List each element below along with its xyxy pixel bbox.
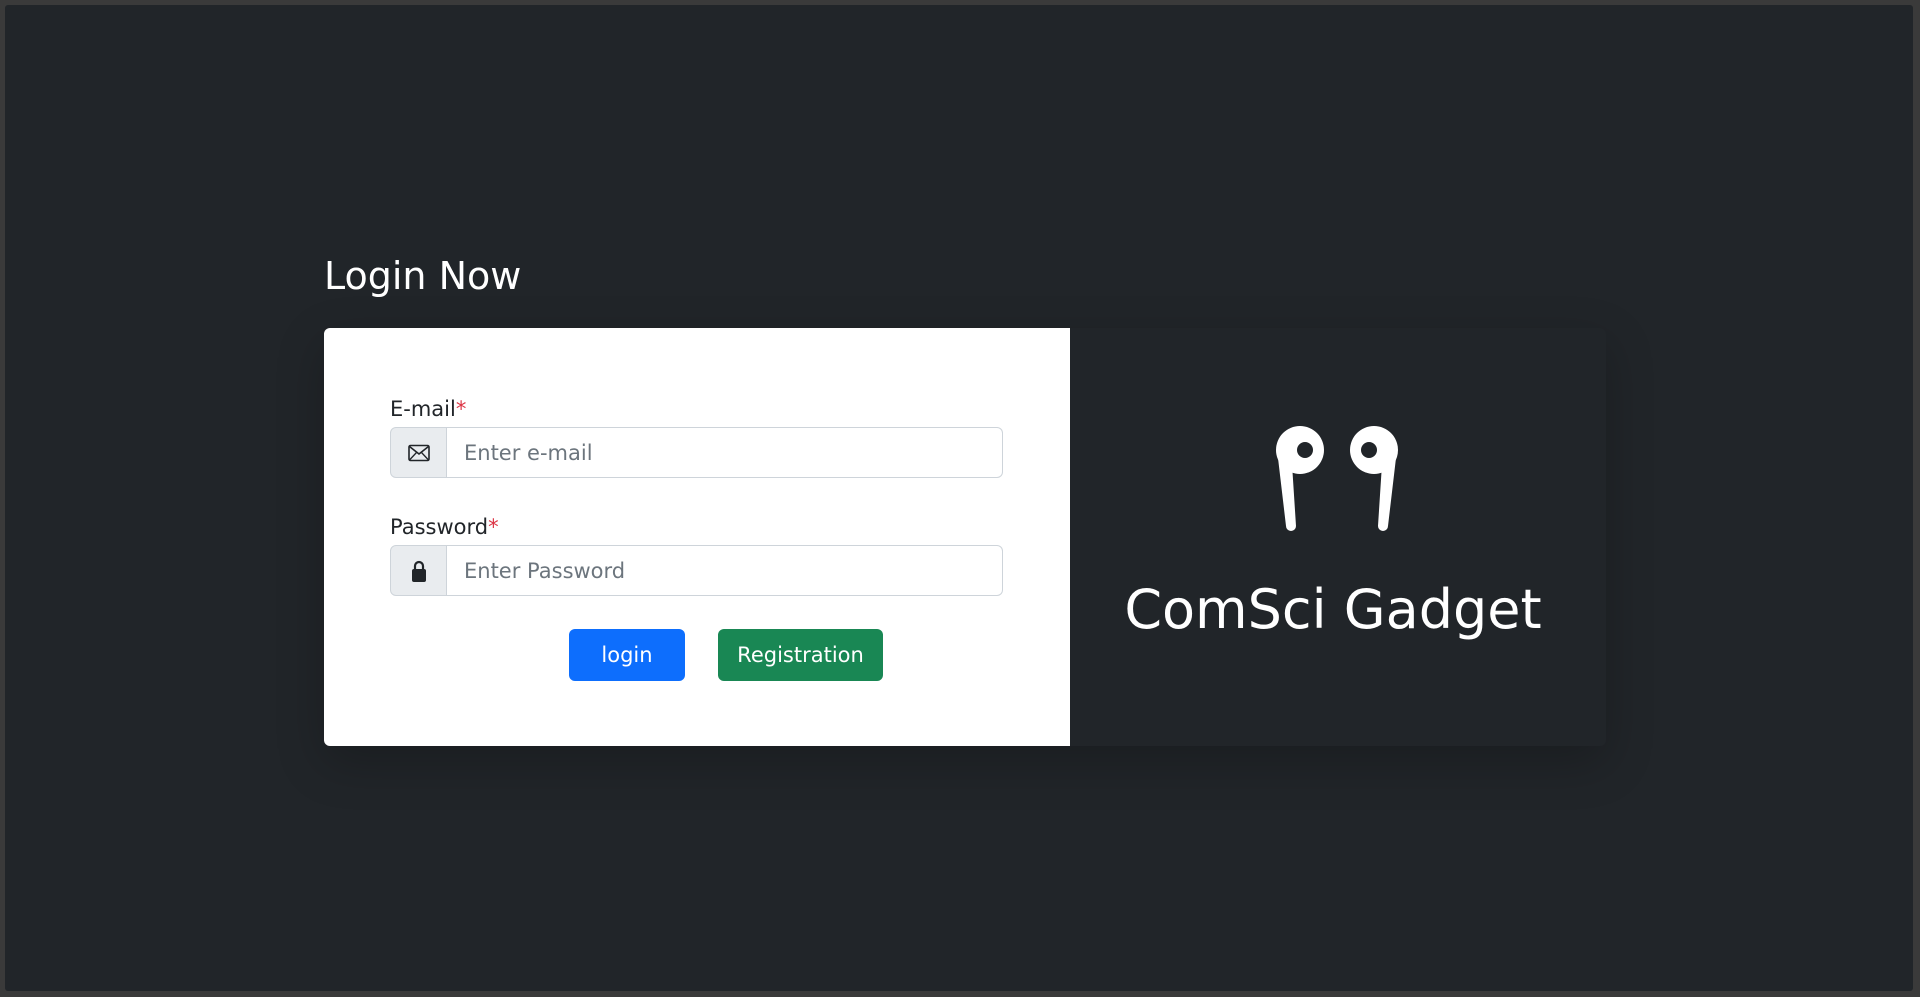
- brand-panel: ComSci Gadget: [1070, 328, 1606, 746]
- login-card: E-mail* Password*: [324, 328, 1606, 746]
- email-label-text: E-mail: [390, 397, 456, 421]
- email-required-mark: *: [455, 397, 467, 421]
- lock-icon: [390, 545, 447, 596]
- earbuds-icon: [1272, 426, 1402, 536]
- email-input[interactable]: [447, 427, 1003, 478]
- password-required-mark: *: [488, 515, 499, 539]
- password-label: Password*: [390, 515, 499, 539]
- email-input-group: [390, 427, 1003, 478]
- login-button[interactable]: login: [569, 629, 685, 681]
- registration-button[interactable]: Registration: [718, 629, 883, 681]
- login-form: E-mail* Password*: [324, 328, 1070, 746]
- email-label: E-mail*: [390, 397, 466, 421]
- envelope-icon: [390, 427, 447, 478]
- brand-name: ComSci Gadget: [1124, 578, 1542, 641]
- password-input[interactable]: [447, 545, 1003, 596]
- password-input-group: [390, 545, 1003, 596]
- password-label-text: Password: [390, 515, 489, 539]
- page-title: Login Now: [324, 254, 522, 298]
- app-window: Login Now E-mail* Password*: [5, 5, 1913, 991]
